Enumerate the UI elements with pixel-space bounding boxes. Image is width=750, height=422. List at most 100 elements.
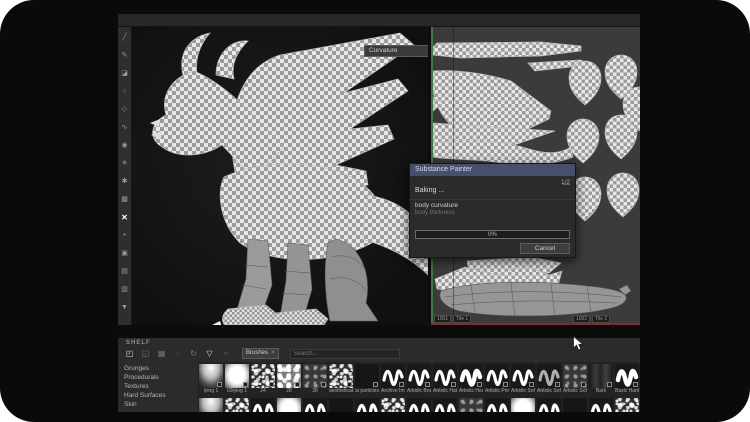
shelf-thumbnail[interactable]: Artistic Soft...	[511, 364, 535, 395]
particles-tool-icon[interactable]: ✳	[119, 158, 131, 170]
shelf-thumbnail[interactable]	[251, 398, 275, 412]
settings-tool-icon[interactable]: ✱	[119, 176, 131, 188]
category-skin[interactable]: Skin	[124, 400, 196, 409]
eraser-tool-icon[interactable]: ◪	[119, 68, 131, 80]
thumbnail-preview	[355, 398, 379, 412]
thumbnail-type-badge	[503, 382, 508, 387]
scope-icon[interactable]: ○	[220, 348, 231, 359]
shelf-thumbnail[interactable]: Artistic Soft...	[537, 364, 561, 395]
thumbnail-preview	[355, 364, 379, 388]
shelf-title: SHELF	[126, 340, 151, 346]
shelf-thumbnail[interactable]: Artistic Brus...	[407, 364, 431, 395]
thumbnail-preview	[329, 364, 353, 388]
thumbnail-preview	[433, 398, 457, 412]
shelf-thumbnail[interactable]: Artistic Hatc...	[433, 364, 457, 395]
paint-brush-tool-icon[interactable]: ✎	[119, 50, 131, 62]
shelf-thumbnail[interactable]: lying 1	[199, 364, 223, 395]
material-tool-icon[interactable]: ▩	[119, 194, 131, 206]
thumbnail-label: lying 1	[199, 388, 223, 395]
bake-map-select-value: Curvature	[369, 47, 398, 54]
dot-tool-icon[interactable]: •	[119, 230, 131, 242]
category-grunges[interactable]: Grunges	[124, 364, 196, 373]
layers-panel-icon[interactable]: ▤	[119, 266, 131, 278]
thumbnail-type-badge	[529, 382, 534, 387]
new-folder-icon[interactable]: ◱	[140, 348, 151, 359]
dialog-titlebar[interactable]: Substance Painter	[410, 164, 575, 176]
dragon-model	[132, 27, 428, 325]
shelf-thumbnail[interactable]	[407, 398, 431, 412]
thumbnail-type-badge	[425, 382, 430, 387]
close-tool-icon[interactable]: ✕	[119, 212, 131, 224]
refresh-icon[interactable]: ↻	[188, 348, 199, 359]
shelf-thumbnail[interactable]: Artistic Hea...	[459, 364, 483, 395]
search-input[interactable]	[290, 349, 400, 359]
shelf-thumbnail[interactable]	[355, 398, 379, 412]
shelf-thumbnail[interactable]	[303, 398, 327, 412]
shelf-thumbnail[interactable]: 24	[251, 364, 275, 395]
smudge-tool-icon[interactable]: ∿	[119, 122, 131, 134]
folder-icon[interactable]: ◰	[124, 348, 135, 359]
export-panel-icon[interactable]: ▼	[119, 302, 131, 314]
substance-painter-window: ╱ ✎ ◪ ○ ◇ ∿ ◉ ✳ ✱ ▩ ✕ • ▣ ▤ ▥ ▼	[118, 14, 640, 412]
shelf-thumbnail[interactable]	[537, 398, 561, 412]
category-textures[interactable]: Textures	[124, 382, 196, 391]
shelf-thumbnail[interactable]	[277, 398, 301, 412]
thumbnail-preview	[433, 364, 457, 388]
shelf-thumbnail[interactable]	[485, 398, 509, 412]
shelf-thumbnail[interactable]	[381, 398, 405, 412]
hide-preview-icon[interactable]: ◌	[172, 348, 183, 359]
udim-chip: Tile 1	[453, 315, 471, 323]
shelf-thumbnail[interactable]: Basic Hard	[615, 364, 639, 395]
lasso-tool-icon[interactable]: ○	[119, 86, 131, 98]
shelf-thumbnail[interactable]: ai particles	[355, 364, 379, 395]
category-procedurals[interactable]: Procedurals	[124, 373, 196, 382]
shelf-thumbnail[interactable]	[459, 398, 483, 412]
thumbnail-preview	[199, 364, 223, 388]
more-button[interactable]: —	[563, 181, 570, 188]
line-tool-icon[interactable]: ╱	[119, 32, 131, 44]
thumbnail-preview	[563, 398, 587, 412]
shelf-thumbnail[interactable]	[329, 398, 353, 412]
shelf-thumbnail[interactable]: 03lying 1	[225, 364, 249, 395]
polygon-fill-tool-icon[interactable]: ◇	[119, 104, 131, 116]
udim-chip: 1002	[573, 315, 590, 323]
thumbnail-preview	[407, 364, 431, 388]
filter-chip-brushes[interactable]: Brushes ×	[242, 348, 279, 359]
chip-close-icon[interactable]: ×	[271, 349, 275, 358]
shelf-thumbnail[interactable]	[589, 398, 613, 412]
cancel-button[interactable]: Cancel	[520, 243, 570, 254]
thumbnail-label: 03lying 1	[225, 388, 249, 395]
filter-icon[interactable]: ▽	[204, 348, 215, 359]
shelf-thumbnail[interactable]: Artistic Soft...	[563, 364, 587, 395]
bake-map-select[interactable]: Curvature ▾	[364, 45, 428, 57]
category-hard-surfaces[interactable]: Hard Surfaces	[124, 391, 196, 400]
model-3d-viewport[interactable]: Curvature ▾	[132, 27, 428, 325]
shelf-thumbnail[interactable]	[225, 398, 249, 412]
shelf-thumbnail[interactable]	[563, 398, 587, 412]
progress-bar: 0%	[415, 230, 570, 239]
thumbnail-preview	[589, 364, 613, 388]
thumbnail-preview	[381, 398, 405, 412]
udim-chip: 1001	[434, 315, 451, 323]
shelf-thumbnail[interactable]: 38	[303, 364, 327, 395]
shelf-thumbnail[interactable]: Artistic Print	[485, 364, 509, 395]
thumbnail-type-badge	[269, 382, 274, 387]
shelf-thumbnail[interactable]	[511, 398, 535, 412]
shelf-thumbnail[interactable]: Bark	[589, 364, 613, 395]
display-panel-icon[interactable]: ▣	[119, 248, 131, 260]
shelf-thumbnail[interactable]: Archive Ima...	[381, 364, 405, 395]
thumbnail-preview	[511, 398, 535, 412]
document-panel-icon[interactable]: ▥	[119, 284, 131, 296]
thumbnail-preview	[199, 398, 223, 412]
shelf-thumbnail[interactable]	[199, 398, 223, 412]
thumbnail-type-badge	[243, 382, 248, 387]
baking-dialog: Substance Painter Baking ... 1/2 body cu…	[409, 163, 576, 258]
shelf-thumbnail[interactable]	[433, 398, 457, 412]
shelf-thumbnail[interactable]: aestheticab...	[329, 364, 353, 395]
shelf-thumbnail[interactable]	[615, 398, 639, 412]
clone-stamp-tool-icon[interactable]: ◉	[119, 140, 131, 152]
thumbnail-type-badge	[295, 382, 300, 387]
shelf-thumbnails-area: lying 103lying 1242838aestheticab...ai p…	[198, 362, 640, 412]
grid-view-icon[interactable]: ▦	[156, 348, 167, 359]
shelf-thumbnail[interactable]: 28	[277, 364, 301, 395]
